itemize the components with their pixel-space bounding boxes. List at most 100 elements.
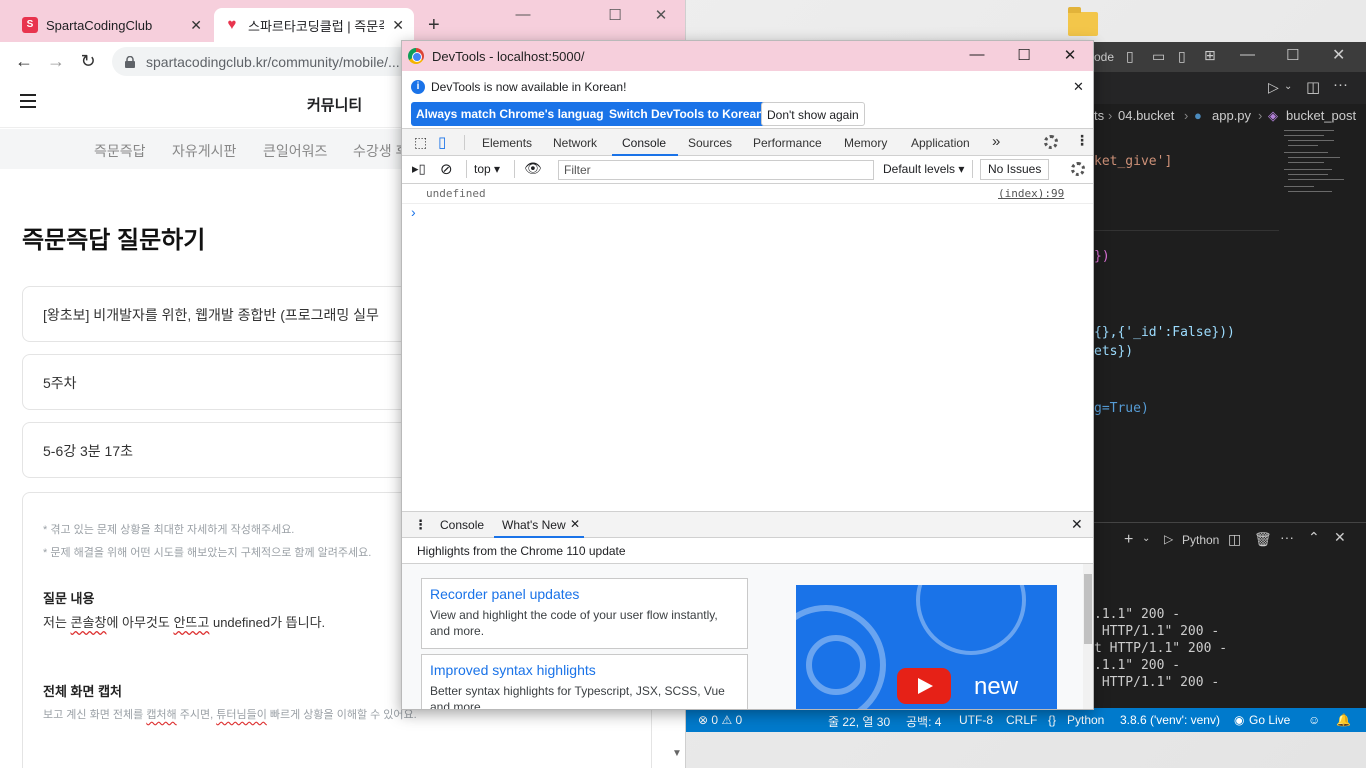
clear-console-icon[interactable]: ⊘: [440, 160, 453, 178]
code-line[interactable]: {},{'_id':False})): [1094, 325, 1235, 340]
live-expression-eye-icon[interactable]: 👁: [524, 160, 542, 177]
context-select[interactable]: top ▾: [474, 162, 500, 176]
drawer-menu-icon[interactable]: ⋮: [414, 517, 427, 533]
customize-menu-icon[interactable]: ⋮: [1075, 132, 1089, 149]
log-source-link[interactable]: (index):99: [998, 187, 1064, 200]
close-infobar-icon[interactable]: ✕: [1073, 79, 1084, 95]
breadcrumb-item[interactable]: 04.bucket: [1118, 108, 1174, 123]
category-tab[interactable]: 자유게시판: [172, 141, 236, 161]
forward-icon[interactable]: →: [40, 51, 72, 72]
inspect-element-icon[interactable]: ⬚: [414, 134, 427, 151]
layout-sidebar-icon[interactable]: ▯: [1126, 48, 1134, 65]
feature-card[interactable]: Improved syntax highlights Better syntax…: [421, 654, 748, 709]
indentation[interactable]: 공백: 4: [906, 713, 941, 730]
close-window-icon[interactable]: ✕: [1047, 46, 1093, 64]
python-interpreter[interactable]: 3.8.6 ('venv': venv): [1120, 713, 1220, 727]
video-thumbnail[interactable]: new: [796, 585, 1057, 709]
bell-icon[interactable]: 🔔: [1336, 713, 1351, 727]
vscode-close-icon[interactable]: ✕: [1332, 45, 1345, 65]
tab-network[interactable]: Network: [553, 136, 597, 150]
breadcrumb-item[interactable]: app.py: [1212, 108, 1251, 123]
tab-sources[interactable]: Sources: [688, 136, 732, 150]
tab-performance[interactable]: Performance: [753, 136, 822, 150]
card-title-link[interactable]: Improved syntax highlights: [430, 662, 739, 678]
console-prompt[interactable]: ›: [411, 204, 416, 220]
layout-secondary-icon[interactable]: ▯: [1178, 48, 1186, 65]
settings-gear-icon[interactable]: [1044, 135, 1058, 149]
minimize-icon[interactable]: —: [500, 6, 546, 23]
device-toolbar-icon[interactable]: ▯: [438, 133, 446, 151]
split-editor-icon[interactable]: ◫: [1306, 78, 1320, 96]
match-language-button[interactable]: Always match Chrome's language: [411, 102, 616, 126]
drawer-tab-console[interactable]: Console: [440, 518, 484, 532]
code-line[interactable]: ets}): [1094, 344, 1133, 359]
log-levels-dropdown[interactable]: Default levels ▾: [883, 162, 964, 176]
line-ending[interactable]: CRLF: [1006, 713, 1037, 727]
issues-counter[interactable]: No Issues: [980, 159, 1050, 180]
more-actions-icon[interactable]: ···: [1280, 529, 1294, 545]
youtube-play-icon[interactable]: [897, 668, 951, 704]
sidebar-toggle-icon[interactable]: ▸▯: [412, 161, 426, 177]
feature-card[interactable]: Recorder panel updates View and highligh…: [421, 578, 748, 649]
cursor-position[interactable]: 줄 22, 열 30: [828, 713, 890, 730]
tab-console[interactable]: Console: [622, 136, 666, 150]
more-tabs-icon[interactable]: »: [992, 133, 1000, 150]
hamburger-menu-icon[interactable]: [20, 94, 36, 108]
tab-spartacodingclub[interactable]: S SpartaCodingClub ✕: [12, 8, 212, 42]
feedback-icon[interactable]: ☺: [1308, 713, 1320, 727]
code-line[interactable]: ket_give']: [1094, 154, 1172, 169]
vscode-maximize-icon[interactable]: ☐: [1286, 46, 1299, 64]
maximize-icon[interactable]: ☐: [592, 6, 638, 24]
vscode-minimize-icon[interactable]: —: [1240, 46, 1255, 63]
close-tab-icon[interactable]: ✕: [190, 17, 202, 34]
dont-show-again-button[interactable]: Don't show again: [761, 102, 865, 126]
breadcrumb-item[interactable]: ts: [1094, 108, 1104, 123]
run-dropdown-icon[interactable]: ⌄: [1284, 81, 1292, 92]
close-drawer-icon[interactable]: ✕: [1071, 516, 1083, 533]
run-icon[interactable]: ▷: [1268, 79, 1279, 96]
tab-elements[interactable]: Elements: [482, 136, 532, 150]
switch-korean-button[interactable]: Switch DevTools to Korean: [604, 102, 769, 126]
tab-community-active[interactable]: ♥ 스파르타코딩클럽 | 즉문즉 ✕: [214, 8, 414, 42]
reload-icon[interactable]: ↻: [72, 51, 104, 72]
question-content[interactable]: 저는 콘솔창에 아무것도 안뜨고 undefined가 뜹니다.: [43, 612, 325, 631]
maximize-panel-icon[interactable]: ⌃: [1308, 529, 1320, 546]
language-mode[interactable]: Python: [1067, 713, 1104, 727]
split-terminal-icon[interactable]: ◫: [1228, 531, 1241, 548]
minimize-icon[interactable]: —: [954, 46, 1000, 63]
close-panel-icon[interactable]: ✕: [1334, 529, 1346, 546]
log-value[interactable]: undefined: [426, 187, 486, 200]
trash-icon[interactable]: 🗑: [1254, 531, 1272, 548]
tab-memory[interactable]: Memory: [844, 136, 887, 150]
code-line[interactable]: g=True): [1094, 401, 1149, 416]
terminal-label[interactable]: Python: [1182, 533, 1219, 547]
tab-application[interactable]: Application: [911, 136, 970, 150]
breadcrumb-item[interactable]: bucket_post: [1286, 108, 1356, 123]
go-live-button[interactable]: Go Live: [1249, 713, 1290, 727]
folder-icon[interactable]: [1068, 7, 1098, 36]
customize-layout-icon[interactable]: ⊞: [1204, 47, 1216, 64]
code-line[interactable]: }): [1094, 249, 1110, 264]
close-window-icon[interactable]: ✕: [638, 6, 684, 24]
problems-indicator[interactable]: ⊗ 0 ⚠ 0: [698, 713, 742, 727]
new-terminal-icon[interactable]: +: [1124, 531, 1133, 549]
category-tab[interactable]: 즉문즉답: [94, 141, 146, 161]
drawer-tab-whats-new[interactable]: What's New: [502, 518, 566, 532]
close-tab-icon[interactable]: ✕: [392, 17, 404, 34]
filter-input[interactable]: Filter: [558, 160, 874, 180]
console-settings-gear-icon[interactable]: [1071, 162, 1085, 176]
category-tab[interactable]: 큰일어워즈: [263, 141, 327, 161]
scrollbar-thumb[interactable]: [1084, 574, 1092, 644]
maximize-icon[interactable]: ☐: [1001, 46, 1047, 64]
minimap[interactable]: [1284, 126, 1344, 196]
devtools-title: DevTools - localhost:5000/: [432, 48, 585, 64]
terminal-dropdown-icon[interactable]: ⌄: [1142, 533, 1150, 544]
scroll-down-icon[interactable]: ▼: [672, 748, 682, 759]
encoding[interactable]: UTF-8: [959, 713, 993, 727]
new-tab-icon[interactable]: +: [428, 14, 440, 37]
card-title-link[interactable]: Recorder panel updates: [430, 586, 739, 602]
back-icon[interactable]: ←: [8, 51, 40, 72]
close-drawer-tab-icon[interactable]: ✕: [570, 517, 580, 531]
more-actions-icon[interactable]: ···: [1333, 76, 1348, 93]
layout-panel-icon[interactable]: ▭: [1152, 48, 1165, 65]
